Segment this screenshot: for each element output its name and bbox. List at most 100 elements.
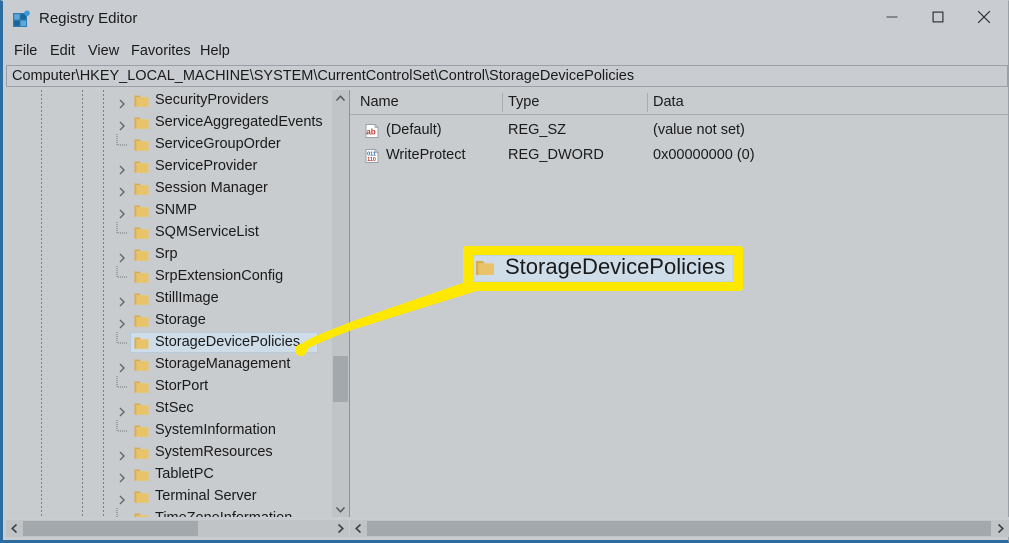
chevron-right-icon[interactable] <box>117 184 127 197</box>
maximize-button[interactable] <box>915 1 961 32</box>
tree-item-label: StillImage <box>155 290 219 306</box>
values-scroll-left-icon[interactable] <box>350 520 367 537</box>
folder-icon <box>134 336 149 350</box>
folder-icon <box>134 358 149 372</box>
tree-item-label: Terminal Server <box>155 488 257 504</box>
close-button[interactable] <box>961 1 1007 32</box>
tree-item[interactable]: SecurityProviders <box>6 90 349 112</box>
tree-item-label: TabletPC <box>155 466 214 482</box>
tree-item[interactable]: Session Manager <box>6 178 349 200</box>
tree-item-selected[interactable]: StorageDevicePolicies <box>6 332 349 354</box>
tree-item-label: StorageDevicePolicies <box>155 334 301 350</box>
registry-icon <box>12 10 31 29</box>
chevron-right-icon[interactable] <box>117 162 127 175</box>
registry-path: Computer\HKEY_LOCAL_MACHINE\SYSTEM\Curre… <box>12 68 635 84</box>
folder-icon <box>134 248 149 262</box>
chevron-right-icon[interactable] <box>117 448 127 461</box>
minimize-button[interactable] <box>869 1 915 32</box>
values-hscroll-thumb[interactable] <box>367 521 991 536</box>
tree-item[interactable]: SystemResources <box>6 442 349 464</box>
tree-item-label: SrpExtensionConfig <box>155 268 284 284</box>
chevron-right-icon[interactable] <box>117 250 127 263</box>
folder-icon <box>134 138 149 152</box>
column-divider-1[interactable] <box>502 93 503 112</box>
tree-elbow-line <box>116 376 128 398</box>
chevron-right-icon[interactable] <box>117 404 127 417</box>
tree-item[interactable]: StorPort <box>6 376 349 398</box>
folder-icon <box>134 424 149 438</box>
folder-icon <box>134 226 149 240</box>
chevron-right-icon[interactable] <box>117 470 127 483</box>
tree-item[interactable]: StorageManagement <box>6 354 349 376</box>
column-header-name[interactable]: Name <box>360 94 399 110</box>
value-type: REG_DWORD <box>508 147 604 163</box>
tree-item-label: ServiceAggregatedEvents <box>155 114 323 130</box>
tree-item-label: StorPort <box>155 378 209 394</box>
chevron-right-icon[interactable] <box>117 118 127 131</box>
tree-item-label: StorageManagement <box>155 356 291 372</box>
column-header-data[interactable]: Data <box>653 94 684 110</box>
value-row[interactable]: 011 110 WriteProtect REG_DWORD 0x00000000 … <box>350 144 1008 168</box>
tree-item[interactable]: Terminal Server <box>6 486 349 508</box>
tree-item-label: Storage <box>155 312 206 328</box>
registry-tree: SecurityProviders ServiceAggregatedEvent… <box>6 90 349 518</box>
tree-item[interactable]: SystemInformation <box>6 420 349 442</box>
folder-icon <box>134 468 149 482</box>
chevron-right-icon[interactable] <box>117 360 127 373</box>
folder-icon <box>134 314 149 328</box>
tree-item[interactable]: SNMP <box>6 200 349 222</box>
value-data: 0x00000000 (0) <box>653 147 755 163</box>
value-data: (value not set) <box>653 122 745 138</box>
scroll-left-icon[interactable] <box>6 520 23 537</box>
tree-scroll-thumb[interactable] <box>333 356 348 402</box>
tree-item[interactable]: StillImage <box>6 288 349 310</box>
chevron-right-icon[interactable] <box>117 206 127 219</box>
menu-favorites[interactable]: Favorites <box>126 41 196 61</box>
chevron-right-icon[interactable] <box>117 294 127 307</box>
folder-icon <box>134 116 149 130</box>
value-row[interactable]: ab (Default) REG_SZ (value not set) <box>350 119 1008 143</box>
tree-horizontal-scrollbar[interactable] <box>6 520 349 537</box>
tree-item[interactable]: SrpExtensionConfig <box>6 266 349 288</box>
tree-item[interactable]: Storage <box>6 310 349 332</box>
tree-item[interactable]: ServiceGroupOrder <box>6 134 349 156</box>
values-scroll-right-icon[interactable] <box>992 520 1009 537</box>
scroll-right-icon[interactable] <box>332 520 349 537</box>
address-bar[interactable]: Computer\HKEY_LOCAL_MACHINE\SYSTEM\Curre… <box>6 65 1008 87</box>
tree-item[interactable]: ServiceProvider <box>6 156 349 178</box>
menu-view[interactable]: View <box>83 41 124 61</box>
tree-item[interactable]: ServiceAggregatedEvents <box>6 112 349 134</box>
tree-item[interactable]: TabletPC <box>6 464 349 486</box>
tree-item-label: Srp <box>155 246 178 262</box>
menu-bar: File Edit View Favorites Help <box>3 38 1008 64</box>
callout-box: StorageDevicePolicies <box>463 246 743 291</box>
scroll-down-icon[interactable] <box>332 501 349 518</box>
tree-item-label: StSec <box>155 400 194 416</box>
registry-editor-window: Registry Editor File Edit View Favorites… <box>0 0 1009 543</box>
tree-item[interactable]: Srp <box>6 244 349 266</box>
scroll-up-icon[interactable] <box>332 90 349 107</box>
values-horizontal-scrollbar[interactable] <box>350 520 1009 537</box>
chevron-right-icon[interactable] <box>117 316 127 329</box>
tree-item-label: SecurityProviders <box>155 92 269 108</box>
tree-item[interactable]: SQMServiceList <box>6 222 349 244</box>
column-header-type[interactable]: Type <box>508 94 539 110</box>
menu-help[interactable]: Help <box>195 41 235 61</box>
tree-item[interactable]: StSec <box>6 398 349 420</box>
tree-elbow-line <box>116 222 128 244</box>
values-column-header: Name Type Data <box>350 90 1008 115</box>
chevron-right-icon[interactable] <box>117 96 127 109</box>
folder-icon <box>475 258 495 277</box>
tree-elbow-line <box>116 332 128 354</box>
tree-vertical-scrollbar[interactable] <box>332 90 349 518</box>
folder-icon <box>134 94 149 108</box>
window-title: Registry Editor <box>39 10 138 27</box>
folder-icon <box>134 446 149 460</box>
menu-file[interactable]: File <box>9 41 42 61</box>
menu-edit[interactable]: Edit <box>45 41 80 61</box>
column-divider-2[interactable] <box>647 93 648 112</box>
chevron-right-icon[interactable] <box>117 492 127 505</box>
svg-text:110: 110 <box>367 157 376 163</box>
tree-hscroll-thumb[interactable] <box>23 521 198 536</box>
tree-elbow-line <box>116 420 128 442</box>
